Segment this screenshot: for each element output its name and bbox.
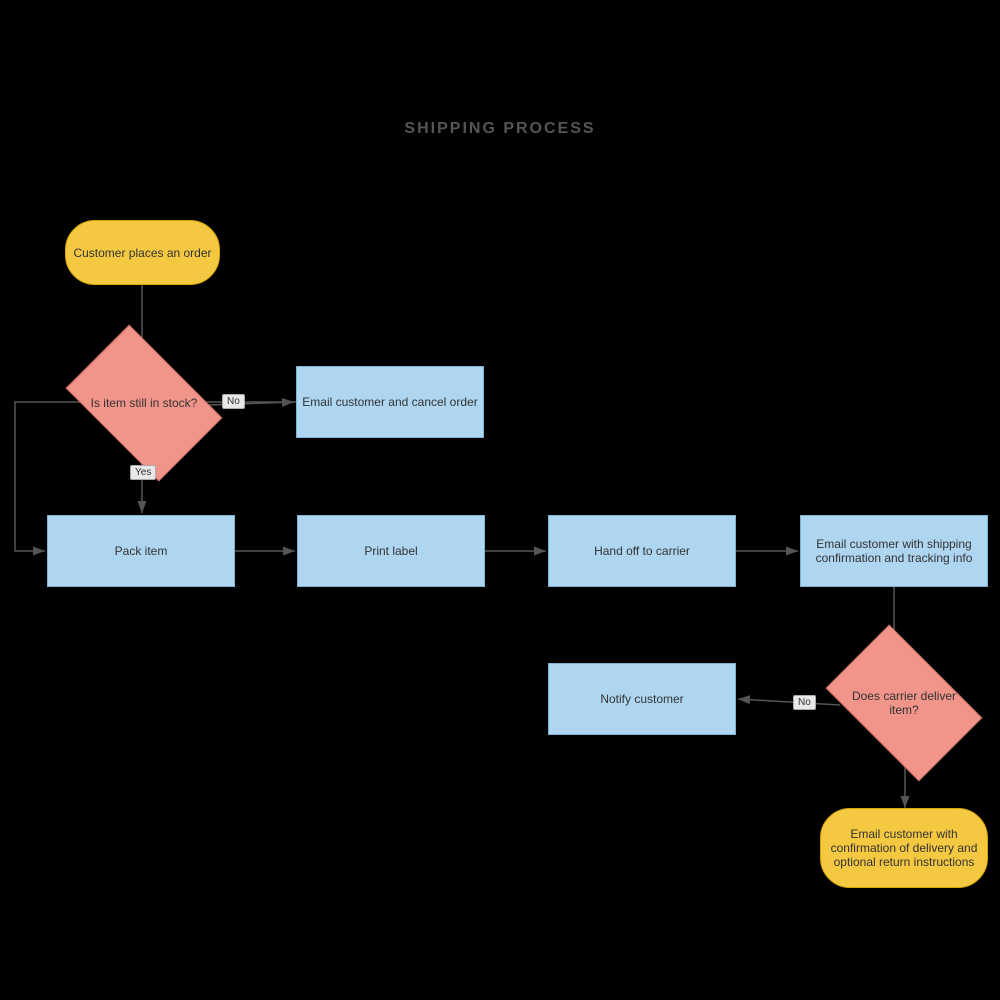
pack-node: Pack item (47, 515, 235, 587)
handoff-node: Hand off to carrier (548, 515, 736, 587)
no1-label: No (222, 394, 245, 409)
start-node: Customer places an order (65, 220, 220, 285)
page-title: SHIPPING PROCESS (0, 120, 1000, 138)
email-confirm-node: Email customer with shipping confirmatio… (800, 515, 988, 587)
flowchart-canvas: SHIPPING PROCESS Customer plac (0, 0, 1000, 1000)
yes1-label: Yes (130, 465, 156, 480)
no2-label: No (793, 695, 816, 710)
print-node: Print label (297, 515, 485, 587)
end-node: Email customer with confirmation of deli… (820, 808, 988, 888)
delivery-decision: Does carrier deliver item? (838, 658, 970, 748)
cancel-node: Email customer and cancel order (296, 366, 484, 438)
stock-decision: Is item still in stock? (78, 358, 210, 448)
notify-node: Notify customer (548, 663, 736, 735)
